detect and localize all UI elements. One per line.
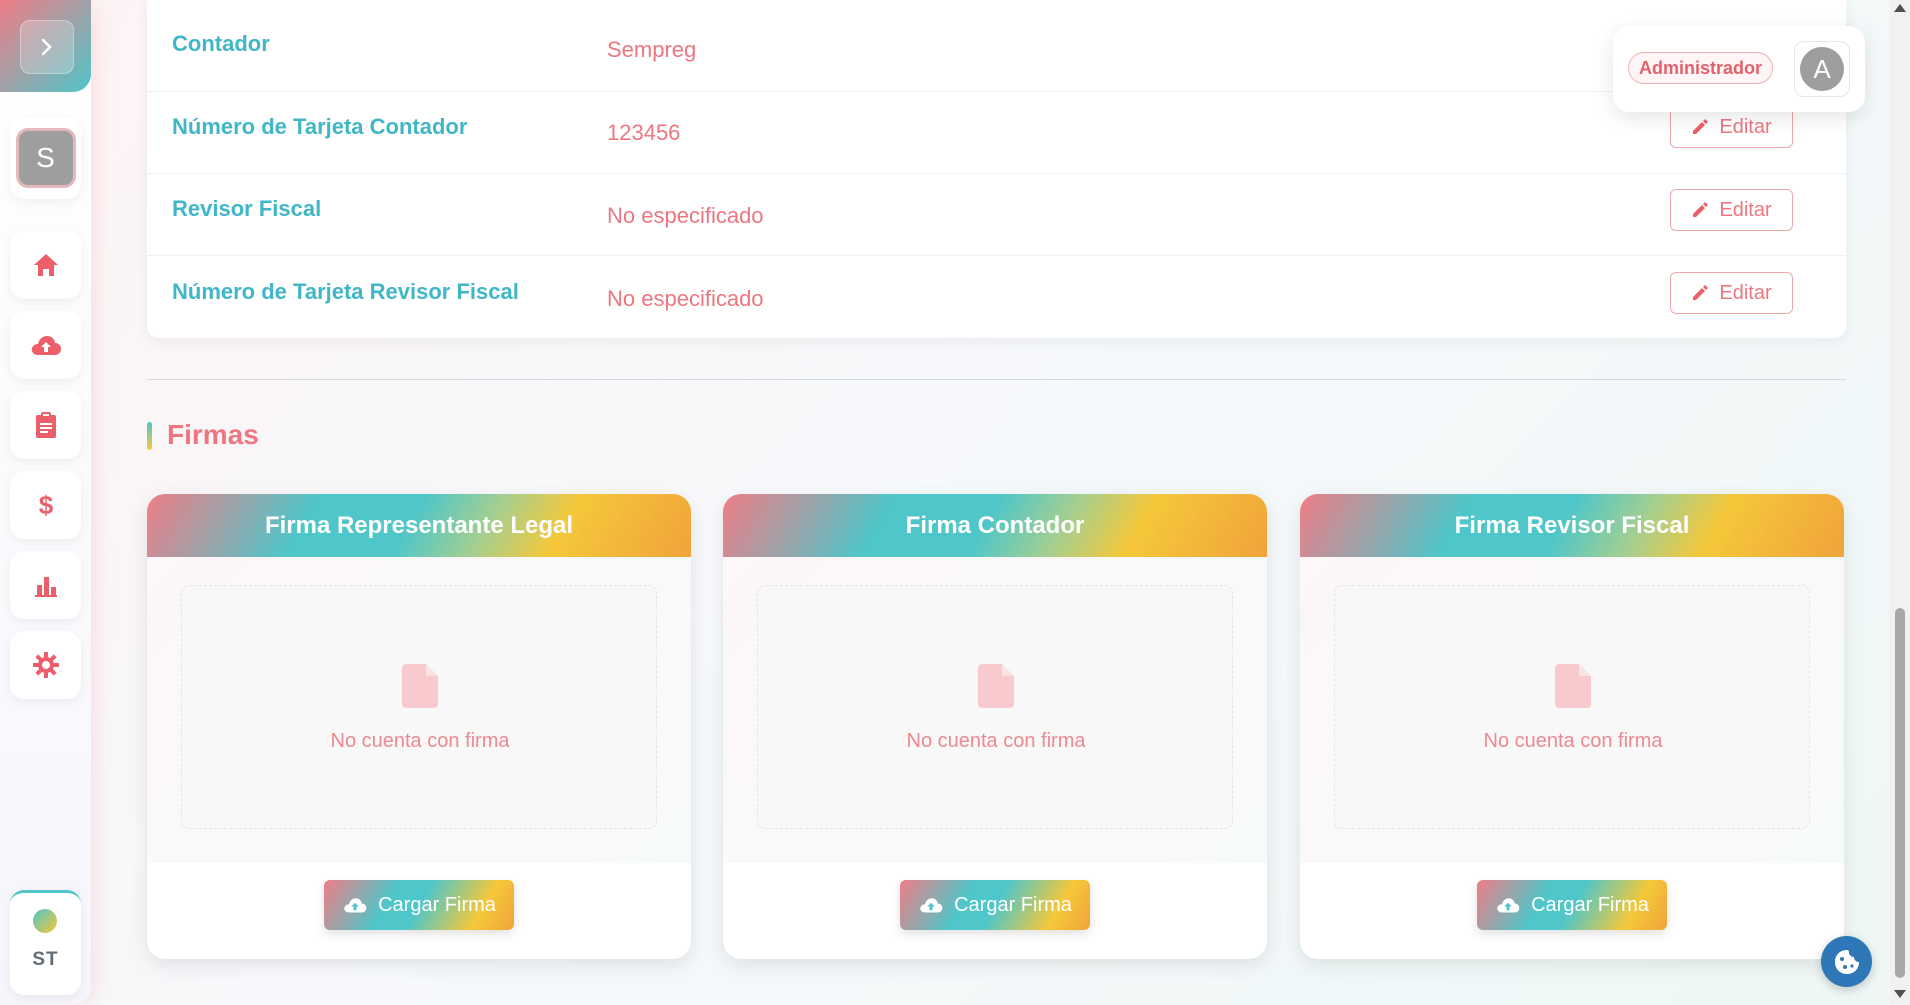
info-row-tarjeta-contador: Número de Tarjeta Contador 123456 Editar [147,91,1846,174]
upload-signature-button[interactable]: Cargar Firma [1477,880,1667,930]
file-icon [1555,664,1591,708]
info-value: No especificado [607,203,764,228]
sidebar-item-settings[interactable] [10,631,81,699]
user-avatar-button[interactable]: A [1794,41,1850,97]
page-scrollbar[interactable] [1890,0,1910,1005]
signature-placeholder: No cuenta con firma [1334,585,1810,829]
role-badge: Administrador [1628,52,1774,84]
sidebar-org-card[interactable]: ST [10,890,81,995]
edit-button[interactable]: Editar [1670,189,1793,231]
sidebar: S $ ST [0,0,91,1005]
bar-chart-icon [34,577,57,597]
signature-card-body: No cuenta con firma [147,557,691,863]
signature-placeholder: No cuenta con firma [181,585,657,829]
info-value: Sempreg [607,37,697,62]
section-accent-bar [147,422,152,450]
cloud-upload-icon [1497,898,1520,913]
chevron-right-icon [41,38,52,56]
cookie-icon [1834,949,1859,974]
signature-card-title: Firma Contador [723,494,1267,557]
cookie-settings-button[interactable] [1821,936,1872,987]
empty-signature-text: No cuenta con firma [906,730,1086,752]
upload-button-label: Cargar Firma [1531,893,1649,916]
cloud-upload-icon [920,898,943,913]
clipboard-icon [35,412,56,438]
signature-card-representante: Firma Representante Legal No cuenta con … [147,494,691,959]
pencil-icon [1693,119,1709,134]
cloud-upload-icon [344,898,367,913]
info-row-contador: Contador Sempreg [147,8,1846,92]
sidebar-user-card[interactable]: S [10,117,81,199]
section-title: Firmas [167,419,259,450]
signature-card-title: Firma Representante Legal [147,494,691,557]
edit-button-label: Editar [1719,198,1772,221]
sidebar-item-reports[interactable] [10,391,81,459]
info-value: No especificado [607,286,764,311]
cloud-upload-icon [31,336,61,355]
info-label: Número de Tarjeta Revisor Fiscal [172,279,519,304]
section-divider [147,379,1846,380]
empty-signature-text: No cuenta con firma [1483,730,1663,752]
sidebar-item-home[interactable] [10,231,81,299]
file-icon [978,664,1014,708]
company-info-card: Contador Sempreg Número de Tarjeta Conta… [147,0,1846,338]
sidebar-avatar: S [15,128,76,188]
pencil-icon [1693,202,1709,217]
scroll-thumb[interactable] [1895,608,1905,978]
signature-card-contador: Firma Contador No cuenta con firma Carga… [723,494,1267,959]
org-initials: ST [32,949,59,970]
sidebar-header [0,0,91,92]
info-value: 123456 [607,120,681,145]
signature-card-revisor: Firma Revisor Fiscal No cuenta con firma… [1300,494,1844,959]
scroll-up-arrow[interactable] [1894,4,1906,12]
info-label: Contador [172,31,270,56]
sidebar-item-stats[interactable] [10,551,81,619]
sidebar-item-finance[interactable]: $ [10,471,81,539]
upload-signature-button[interactable]: Cargar Firma [900,880,1090,930]
scroll-down-arrow[interactable] [1894,990,1906,998]
pencil-icon [1693,285,1709,300]
signature-placeholder: No cuenta con firma [757,585,1233,829]
dollar-icon: $ [38,490,53,520]
empty-signature-text: No cuenta con firma [330,730,510,752]
gear-icon [32,652,59,678]
user-menu[interactable]: Administrador A [1613,26,1865,112]
edit-button-label: Editar [1719,115,1772,138]
avatar: A [1800,47,1844,91]
upload-button-label: Cargar Firma [378,893,496,916]
upload-button-label: Cargar Firma [954,893,1072,916]
sidebar-toggle-button[interactable] [20,20,74,74]
signature-card-body: No cuenta con firma [723,557,1267,863]
info-row-revisor-fiscal: Revisor Fiscal No especificado Editar [147,173,1846,256]
info-label: Revisor Fiscal [172,196,322,221]
signature-card-title: Firma Revisor Fiscal [1300,494,1844,557]
signature-card-body: No cuenta con firma [1300,557,1844,863]
sidebar-item-upload[interactable] [10,311,81,379]
edit-button[interactable]: Editar [1670,272,1793,314]
info-row-tarjeta-revisor: Número de Tarjeta Revisor Fiscal No espe… [147,255,1846,337]
file-icon [402,664,438,708]
home-icon [33,254,58,276]
upload-signature-button[interactable]: Cargar Firma [324,880,514,930]
edit-button[interactable]: Editar [1670,106,1793,148]
info-label: Número de Tarjeta Contador [172,114,468,139]
org-logo [33,909,57,933]
svg-text:$: $ [38,490,53,520]
edit-button-label: Editar [1719,281,1772,304]
